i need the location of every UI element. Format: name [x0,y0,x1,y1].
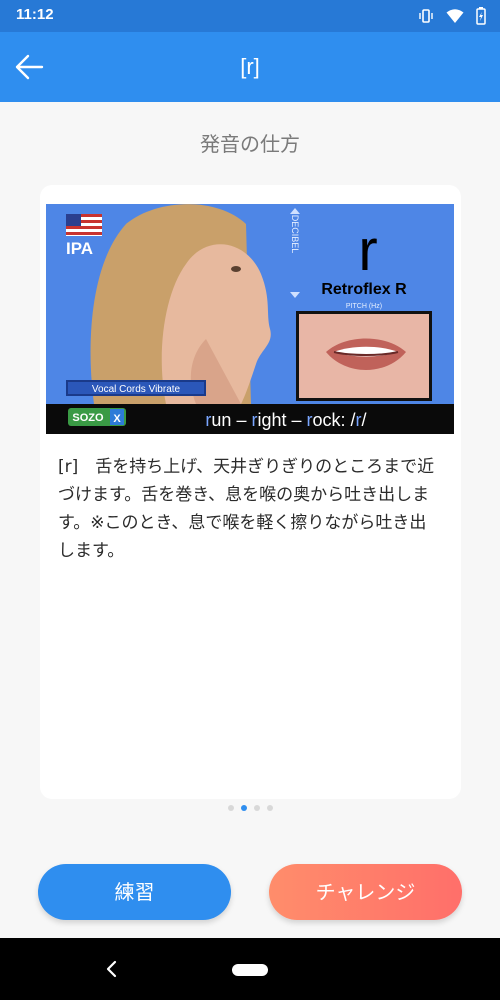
example-word-2-rest: ight [257,410,286,430]
nav-back-icon[interactable] [100,956,122,982]
battery-icon [476,7,486,25]
status-bar: 11:12 [0,0,500,32]
system-nav-bar [0,938,500,1000]
pitch-label: PITCH (Hz) [346,303,382,310]
vibrate-icon [419,9,433,23]
example-ipa-end: / [362,410,367,430]
example-sep-2: – [287,410,307,430]
example-word-3-rest: ock [313,410,342,430]
sozo-logo: SOZO [72,412,104,424]
video-frame: IPA DECIBEL r Retroflex R PITCH (Hz) Voc… [46,204,454,434]
example-sep-1: – [231,410,251,430]
mouth-inset [296,311,432,401]
example-words: run – right – rock: /r/ [205,410,366,430]
status-icons [418,7,486,25]
pronunciation-description: [r] 舌を持ち上げ、天井ぎりぎりのところまで近づけます。舌を巻き、息を喉の奥か… [58,457,435,561]
status-time: 11:12 [16,6,54,23]
example-ipa: : / [341,410,356,430]
challenge-button[interactable]: チャレンジ [269,864,462,920]
page-dot[interactable] [266,805,273,811]
sozo-logo-x: X [113,413,121,425]
vocal-cords-label: Vocal Cords Vibrate [92,384,181,395]
pronunciation-video[interactable]: IPA DECIBEL r Retroflex R PITCH (Hz) Voc… [46,204,454,434]
page-title: [r] [240,54,260,79]
wifi-icon [446,9,464,23]
page-dot[interactable] [253,805,260,811]
pronunciation-card: IPA DECIBEL r Retroflex R PITCH (Hz) Voc… [40,185,461,799]
practice-button[interactable]: 練習 [38,864,231,920]
big-letter: r [358,218,377,283]
section-title: 発音の仕方 [200,132,300,156]
page-dot-active[interactable] [240,805,247,811]
page-indicator [0,805,500,811]
speaker-face [90,204,271,404]
app-bar: [r] [0,32,500,102]
sound-name: Retroflex R [321,281,407,298]
page-dot[interactable] [227,805,234,811]
home-pill[interactable] [232,964,268,976]
decibel-label: DECIBEL [290,215,300,254]
example-word-1-rest: un [211,410,231,430]
